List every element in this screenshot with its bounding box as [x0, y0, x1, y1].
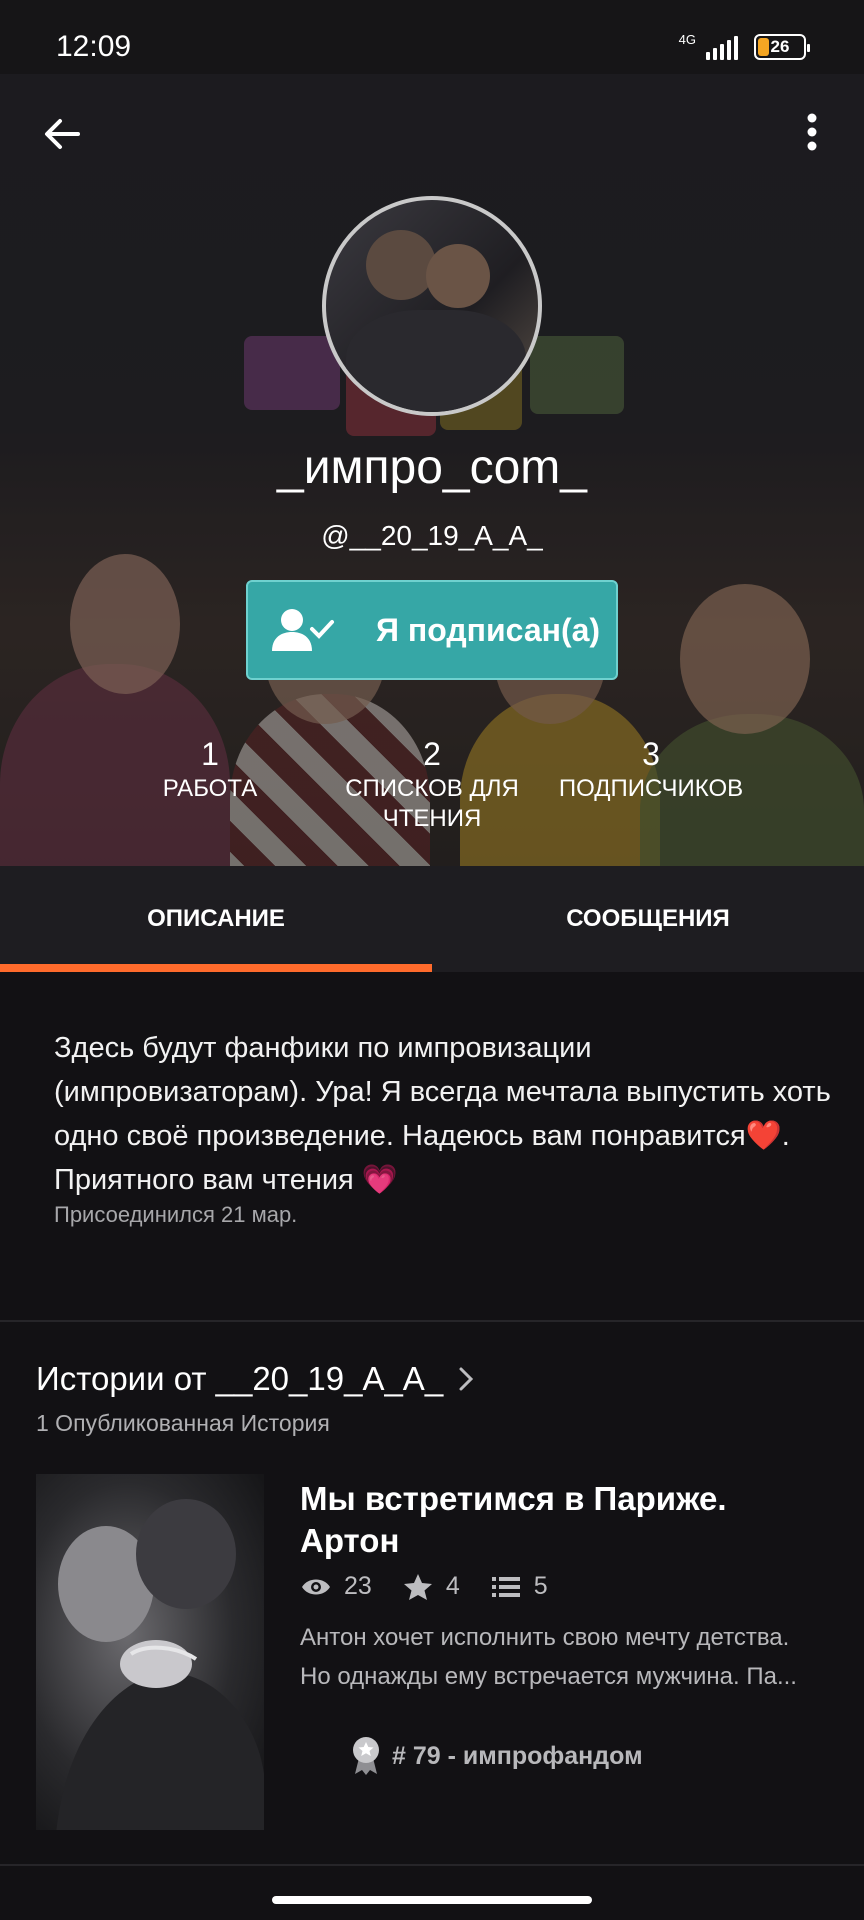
profile-handle: @__20_19_A_A_	[321, 520, 543, 551]
stat-value: 2	[423, 736, 441, 772]
cover-art	[56, 1499, 264, 1830]
following-button[interactable]: Я подписан(а)	[246, 580, 618, 680]
section-divider	[0, 1864, 864, 1866]
battery-icon: 26	[754, 34, 810, 60]
stat-value: 3	[642, 736, 660, 772]
status-time: 12:09	[56, 30, 132, 63]
battery-level: 26	[770, 37, 790, 56]
story-description: Антон хочет исполнить свою мечту детства…	[300, 1624, 797, 1690]
story-votes: 4	[445, 1572, 460, 1600]
profile-description: Здесь будут фанфики по импровизации (имп…	[54, 1032, 831, 1196]
story-rank-badge[interactable]: # 79 - импрофандом	[350, 1736, 643, 1776]
home-indicator[interactable]	[272, 1896, 592, 1904]
status-bar: 12:09 4G 26	[0, 0, 864, 74]
story-reads: 23	[344, 1572, 372, 1600]
arrow-left-icon	[45, 119, 80, 149]
profile-display-name: _импро_com_	[277, 441, 587, 494]
avatar-detail	[346, 310, 526, 412]
eye-icon	[302, 1579, 330, 1594]
signal-icon	[706, 34, 738, 60]
avatar[interactable]	[322, 196, 542, 416]
more-vertical-icon	[807, 113, 817, 151]
profile-screen: 12:09 4G 26 _импро_com_ @__20_19_A_A_ Я …	[0, 0, 864, 1920]
stories-count: 1 Опубликованная История	[36, 1410, 330, 1436]
stories-section-title: Истории от __20_19_A_A_	[36, 1360, 444, 1397]
chevron-right-icon	[459, 1367, 474, 1391]
tab-about[interactable]: ОПИСАНИЕ	[0, 866, 432, 972]
stat-reading-lists[interactable]: 2 СПИСКОВ ДЛЯ ЧТЕНИЯ	[320, 734, 544, 834]
stat-label: ПОДПИСЧИКОВ	[558, 775, 744, 802]
story-cover-image[interactable]	[36, 1474, 264, 1830]
avatar-detail	[426, 244, 490, 308]
avatar-detail	[366, 230, 436, 300]
story-stats: 23 4 5	[300, 1572, 578, 1601]
stat-works[interactable]: 1 РАБОТА	[120, 734, 300, 804]
joined-date: Присоединился 21 мар.	[54, 1202, 298, 1227]
star-icon	[403, 1573, 432, 1600]
status-icons: 4G 26	[678, 31, 810, 62]
network-type: 4G	[678, 31, 696, 47]
following-button-label: Я подписан(а)	[376, 611, 601, 648]
stat-followers[interactable]: 3 ПОДПИСЧИКОВ	[540, 734, 762, 804]
more-options-button[interactable]	[794, 108, 830, 156]
story-rank-label: # 79 - импрофандом	[392, 1741, 643, 1770]
stat-label: СПИСКОВ ДЛЯ ЧТЕНИЯ	[345, 775, 519, 832]
stories-section-header[interactable]: Истории от __20_19_A_A_	[36, 1360, 475, 1398]
user-check-icon	[272, 609, 334, 651]
profile-tabs: ОПИСАНИЕ СООБЩЕНИЯ	[0, 866, 864, 972]
back-button[interactable]	[38, 110, 86, 158]
stat-value: 1	[201, 736, 219, 772]
tab-messages[interactable]: СООБЩЕНИЯ	[432, 866, 864, 972]
list-icon	[491, 1576, 520, 1597]
story-parts: 5	[533, 1572, 548, 1600]
story-title[interactable]: Мы встретимся в Париже. Артон	[300, 1478, 820, 1562]
section-divider	[0, 1320, 864, 1322]
stat-label: РАБОТА	[162, 775, 258, 802]
ranking-badge-icon	[353, 1737, 379, 1775]
